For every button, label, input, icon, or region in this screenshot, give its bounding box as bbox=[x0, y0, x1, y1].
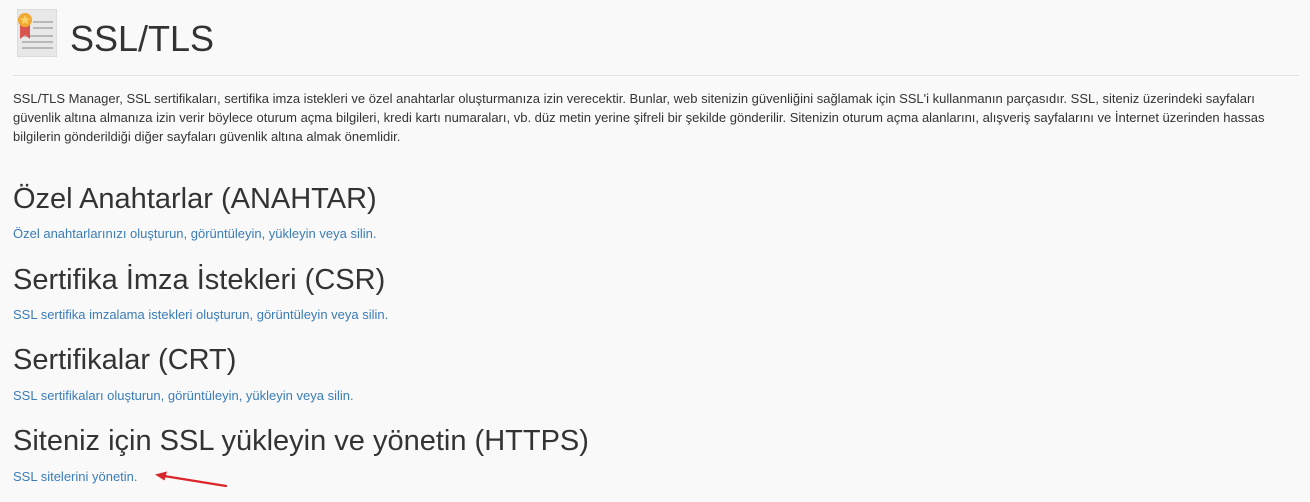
section-heading-csr: Sertifika İmza İstekleri (CSR) bbox=[13, 264, 386, 296]
page-title: SSL/TLS bbox=[70, 18, 215, 59]
certificate-icon bbox=[17, 9, 57, 57]
page-description: SSL/TLS Manager, SSL sertifikaları, sert… bbox=[13, 91, 1265, 144]
csr-link[interactable]: SSL sertifika imzalama istekleri oluştur… bbox=[13, 306, 388, 324]
section-heading-private-keys: Özel Anahtarlar (ANAHTAR) bbox=[13, 183, 377, 215]
private-keys-link[interactable]: Özel anahtarlarınızı oluşturun, görüntül… bbox=[13, 225, 376, 243]
certificates-link[interactable]: SSL sertifikaları oluşturun, görüntüleyi… bbox=[13, 387, 354, 405]
page-header: SSL/TLS bbox=[13, 9, 1299, 76]
section-heading-certificates: Sertifikalar (CRT) bbox=[13, 344, 237, 376]
section-heading-https: Siteniz için SSL yükleyin ve yönetin (HT… bbox=[13, 425, 589, 457]
annotation-arrow-icon bbox=[155, 471, 228, 488]
ssl-tls-page: SSL/TLS SSL/TLS Manager, SSL sertifikala… bbox=[0, 0, 1310, 502]
manage-ssl-sites-link[interactable]: SSL sitelerini yönetin. bbox=[13, 468, 138, 486]
